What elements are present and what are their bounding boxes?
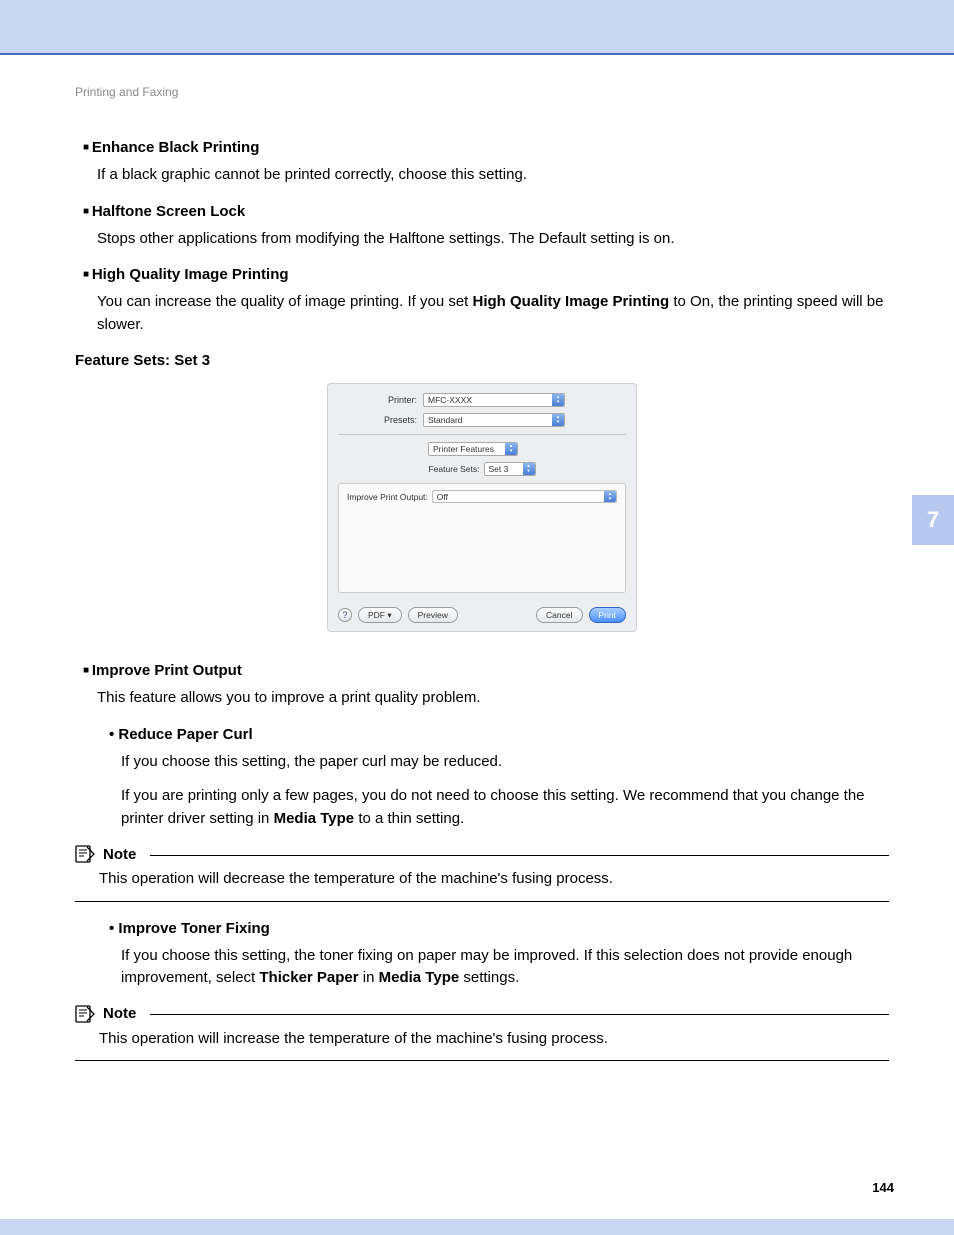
select-value: Off <box>437 492 448 502</box>
dialog-feature-sets-select[interactable]: Set 3 <box>484 462 536 476</box>
note-icon <box>75 844 97 864</box>
note-body: This operation will decrease the tempera… <box>75 868 889 902</box>
sub-option-body: If you choose this setting, the toner fi… <box>75 945 889 990</box>
note-rule <box>150 855 889 856</box>
help-button[interactable]: ? <box>338 608 352 622</box>
feature-item: Improve Print Output This feature allows… <box>75 662 889 710</box>
page-footer-band <box>0 1219 954 1235</box>
sub-option-body: If you are printing only a few pages, yo… <box>75 785 889 830</box>
dialog-feature-sets-label: Feature Sets: <box>428 464 479 474</box>
bold-text: High Quality Image Printing <box>473 293 670 310</box>
select-value: Set 3 <box>489 464 509 474</box>
print-dialog-screenshot: Printer: MFC-XXXX Presets: Standard Prin… <box>327 383 637 632</box>
preview-button[interactable]: Preview <box>408 607 458 623</box>
note-block: Note This operation will decrease the te… <box>75 844 889 902</box>
select-stepper-icon <box>505 443 517 455</box>
feature-body: If a black graphic cannot be printed cor… <box>75 164 889 187</box>
feature-body: You can increase the quality of image pr… <box>75 291 889 336</box>
bold-text: Thicker Paper <box>259 969 358 986</box>
sub-option-title: Improve Toner Fixing <box>75 920 889 937</box>
sub-option-body: If you choose this setting, the paper cu… <box>75 751 889 774</box>
dialog-improve-label: Improve Print Output: <box>347 492 428 502</box>
chapter-tab: 7 <box>912 495 954 545</box>
note-label: Note <box>103 1005 136 1022</box>
dialog-presets-label: Presets: <box>328 415 423 425</box>
note-block: Note This operation will increase the te… <box>75 1004 889 1062</box>
page-content: Printing and Faxing Enhance Black Printi… <box>0 55 954 1061</box>
sub-option-title: Reduce Paper Curl <box>75 726 889 743</box>
text: in <box>359 969 379 986</box>
cancel-button[interactable]: Cancel <box>536 607 582 623</box>
page-number: 144 <box>872 1180 894 1195</box>
dialog-options-panel: Improve Print Output: Off <box>338 483 626 593</box>
note-label: Note <box>103 846 136 863</box>
text: You can increase the quality of image pr… <box>97 293 473 310</box>
select-value: Standard <box>428 415 463 425</box>
feature-title: Halftone Screen Lock <box>75 203 889 220</box>
note-body: This operation will increase the tempera… <box>75 1028 889 1062</box>
select-stepper-icon <box>552 414 564 426</box>
bold-text: Media Type <box>379 969 460 986</box>
feature-item: Enhance Black Printing If a black graphi… <box>75 139 889 187</box>
text: If you are printing only a few pages, yo… <box>121 787 865 827</box>
pdf-menu-button[interactable]: PDF ▾ <box>358 607 402 623</box>
text: to a thin setting. <box>354 810 464 827</box>
select-stepper-icon <box>523 463 535 475</box>
breadcrumb: Printing and Faxing <box>75 85 889 99</box>
page-top-band <box>0 0 954 55</box>
note-rule <box>150 1014 889 1015</box>
feature-item: High Quality Image Printing You can incr… <box>75 266 889 336</box>
dialog-pane-select[interactable]: Printer Features <box>428 442 518 456</box>
dialog-presets-select[interactable]: Standard <box>423 413 565 427</box>
feature-title: Improve Print Output <box>75 662 889 679</box>
select-stepper-icon <box>552 394 564 406</box>
select-stepper-icon <box>604 491 616 502</box>
select-value: Printer Features <box>433 444 494 454</box>
feature-sets-heading: Feature Sets: Set 3 <box>75 352 889 369</box>
print-button[interactable]: Print <box>589 607 626 623</box>
select-value: MFC-XXXX <box>428 395 472 405</box>
dialog-printer-select[interactable]: MFC-XXXX <box>423 393 565 407</box>
feature-body: Stops other applications from modifying … <box>75 228 889 251</box>
feature-title: High Quality Image Printing <box>75 266 889 283</box>
bold-text: Media Type <box>274 810 355 827</box>
dialog-improve-select[interactable]: Off <box>432 490 617 503</box>
dialog-printer-label: Printer: <box>328 395 423 405</box>
feature-body: This feature allows you to improve a pri… <box>75 687 889 710</box>
feature-title: Enhance Black Printing <box>75 139 889 156</box>
text: settings. <box>459 969 519 986</box>
feature-item: Halftone Screen Lock Stops other applica… <box>75 203 889 251</box>
note-icon <box>75 1004 97 1024</box>
